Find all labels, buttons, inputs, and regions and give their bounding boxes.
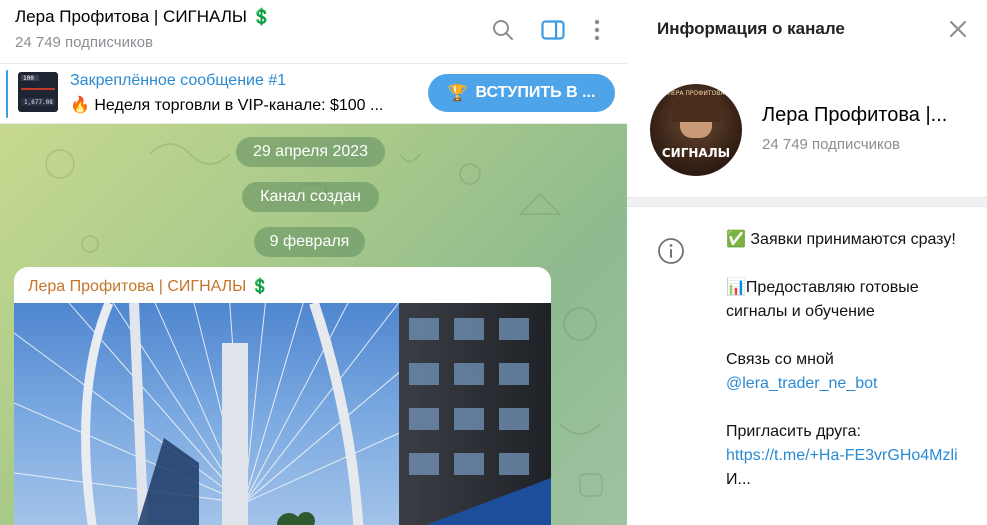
check-icon: ✅ xyxy=(726,231,746,248)
chat-background: 29 апреля 2023 Канал создан 9 февраля Ле… xyxy=(0,124,627,525)
date-separator: 29 апреля 2023 xyxy=(236,137,385,167)
chat-title-text: Лера Профитова | СИГНАЛЫ xyxy=(15,7,247,26)
channel-description: ✅ Заявки принимаются сразу! 📊Предоставля… xyxy=(726,228,976,516)
chart-icon: 📊 xyxy=(726,279,746,296)
fire-icon: 🔥 xyxy=(70,97,90,114)
info-icon xyxy=(657,237,685,265)
search-icon[interactable] xyxy=(489,16,517,44)
description-line-2: 📊Предоставляю готовые сигналы и обучение xyxy=(726,276,976,324)
sidebar-toggle-icon[interactable] xyxy=(539,16,567,44)
telegram-window: Лера Профитова | СИГНАЛЫ 💲 24 749 подпис… xyxy=(0,0,987,525)
pinned-text-body: Неделя торговли в VIP-канале: $100 ... xyxy=(94,97,384,114)
chat-header[interactable]: Лера Профитова | СИГНАЛЫ 💲 24 749 подпис… xyxy=(0,0,627,64)
pinned-indicator xyxy=(6,70,8,118)
avatar-caption-small: ЛЕРА ПРОФИТОВА xyxy=(667,90,725,97)
message-photo[interactable] xyxy=(14,303,551,525)
join-button-label: ВСТУПИТЬ В ... xyxy=(475,84,596,101)
description-line-1: ✅ Заявки принимаются сразу! xyxy=(726,228,976,252)
thumb-line-1: 100 xyxy=(23,75,34,82)
pinned-text: 🔥 Неделя торговли в VIP-канале: $100 ... xyxy=(70,95,383,115)
description-text-2: Предоставляю готовые сигналы и обучение xyxy=(726,279,919,320)
chat-subscribers: 24 749 подписчиков xyxy=(15,34,154,51)
description-contact: Связь со мной @lera_trader_ne_bot xyxy=(726,348,976,396)
section-divider xyxy=(627,197,987,207)
thumb-line-2: 1,677.08 xyxy=(24,99,53,106)
description-text-1: Заявки принимаются сразу! xyxy=(750,231,956,248)
pinned-title: Закреплённое сообщение #1 xyxy=(70,72,287,89)
dollar-icon: 💲 xyxy=(250,278,270,295)
close-icon[interactable] xyxy=(945,16,971,42)
more-vertical-icon[interactable] xyxy=(583,16,611,44)
contact-label: Связь со мной xyxy=(726,351,834,368)
dollar-icon: 💲 xyxy=(251,9,272,26)
join-button[interactable]: 🏆 ВСТУПИТЬ В ... xyxy=(428,74,615,112)
channel-info-panel: Информация о канале ЛЕРА ПРОФИТОВА СИГНА… xyxy=(627,0,987,525)
avatar-caption-big: СИГНАЛЫ xyxy=(661,146,731,160)
invite-label: Пригласить друга: xyxy=(726,423,861,440)
description-cut: И... xyxy=(726,471,751,488)
contact-link[interactable]: @lera_trader_ne_bot xyxy=(726,375,877,392)
avatar[interactable]: ЛЕРА ПРОФИТОВА СИГНАЛЫ xyxy=(650,84,742,176)
date-separator: 9 февраля xyxy=(254,227,365,257)
service-message-created: Канал создан xyxy=(242,182,379,212)
channel-name: Лера Профитова |... xyxy=(762,104,948,126)
message-bubble[interactable]: Лера Профитова | СИГНАЛЫ 💲 xyxy=(14,267,551,525)
chat-pane: Лера Профитова | СИГНАЛЫ 💲 24 749 подпис… xyxy=(0,0,627,525)
message-author[interactable]: Лера Профитова | СИГНАЛЫ 💲 xyxy=(28,277,269,296)
ferris-wheel-photo xyxy=(14,303,551,525)
pinned-thumbnail: 100 1,677.08 xyxy=(18,72,58,112)
trophy-icon: 🏆 xyxy=(447,85,468,102)
panel-title: Информация о канале xyxy=(657,19,845,38)
chat-title[interactable]: Лера Профитова | СИГНАЛЫ 💲 xyxy=(15,7,272,27)
invite-link[interactable]: https://t.me/+Ha-FE3vrGHo4Mzli xyxy=(726,447,958,464)
description-invite: Пригласить друга: https://t.me/+Ha-FE3vr… xyxy=(726,420,976,492)
message-author-name: Лера Профитова | СИГНАЛЫ xyxy=(28,278,247,295)
channel-subscribers: 24 749 подписчиков xyxy=(762,136,901,153)
